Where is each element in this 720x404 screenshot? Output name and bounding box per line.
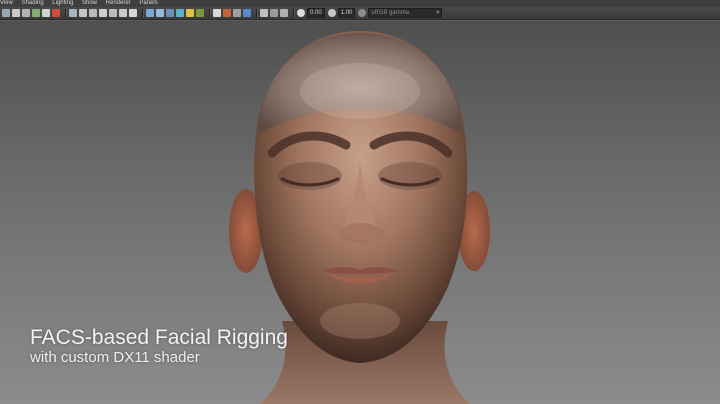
- isolate-select-icon[interactable]: [260, 9, 268, 17]
- safe-action-icon[interactable]: [119, 9, 127, 17]
- chin-highlight: [320, 303, 400, 339]
- safe-title-icon[interactable]: [129, 9, 137, 17]
- smooth-shade-icon[interactable]: [156, 9, 164, 17]
- camera-attributes-icon[interactable]: [12, 9, 20, 17]
- xray-joints-icon[interactable]: [280, 9, 288, 17]
- menu-view[interactable]: View: [0, 0, 13, 7]
- gate-mask-icon[interactable]: [99, 9, 107, 17]
- maya-viewport-panel: View Shading Lighting Show Renderer Pane…: [0, 0, 720, 404]
- image-plane-icon[interactable]: [32, 9, 40, 17]
- multisample-aa-icon[interactable]: [233, 9, 241, 17]
- nose-tip: [339, 223, 383, 243]
- gamma-icon[interactable]: [327, 9, 336, 17]
- gamma-field[interactable]: 1.00: [337, 8, 356, 18]
- grease-pencil-icon[interactable]: [52, 9, 60, 17]
- shadows-icon[interactable]: [196, 9, 204, 17]
- textured-icon[interactable]: [176, 9, 184, 17]
- caption-title: FACS-based Facial Rigging: [30, 326, 288, 349]
- viewport-3d[interactable]: FACS-based Facial Rigging with custom DX…: [0, 21, 720, 404]
- left-eye-socket: [278, 162, 342, 190]
- color-management-icon[interactable]: [358, 9, 367, 17]
- panel-menu-bar: View Shading Lighting Show Renderer Pane…: [0, 0, 720, 7]
- exposure-icon[interactable]: [297, 9, 305, 17]
- toolbar-separator: [293, 8, 294, 18]
- film-gate-icon[interactable]: [79, 9, 87, 17]
- color-space-value: sRGB gamma: [371, 10, 410, 16]
- use-all-lights-icon[interactable]: [186, 9, 194, 17]
- two-d-pan-zoom-icon[interactable]: [42, 9, 50, 17]
- screen-space-ao-icon[interactable]: [213, 9, 221, 17]
- right-eye-socket: [378, 162, 442, 190]
- video-caption: FACS-based Facial Rigging with custom DX…: [30, 326, 288, 367]
- color-space-dropdown[interactable]: sRGB gamma ▾: [368, 8, 443, 18]
- exposure-field[interactable]: 0.00: [307, 8, 325, 18]
- panel-toolbar: 0.00 1.00 sRGB gamma ▾: [0, 7, 720, 20]
- bookmarks-icon[interactable]: [22, 9, 30, 17]
- wireframe-on-shaded-icon[interactable]: [166, 9, 174, 17]
- menu-panels[interactable]: Panels: [139, 0, 157, 7]
- menu-renderer[interactable]: Renderer: [106, 0, 131, 7]
- menu-lighting[interactable]: Lighting: [52, 0, 73, 7]
- wireframe-icon[interactable]: [146, 9, 154, 17]
- motion-blur-icon[interactable]: [223, 9, 231, 17]
- depth-of-field-icon[interactable]: [243, 9, 251, 17]
- menu-show[interactable]: Show: [82, 0, 97, 7]
- toolbar-separator: [65, 8, 66, 18]
- field-chart-icon[interactable]: [109, 9, 117, 17]
- toolbar-separator: [142, 8, 143, 18]
- caption-subtitle: with custom DX11 shader: [30, 349, 200, 366]
- toolbar-separator: [256, 8, 257, 18]
- forehead-highlight: [300, 63, 420, 119]
- xray-icon[interactable]: [270, 9, 278, 17]
- resolution-gate-icon[interactable]: [89, 9, 97, 17]
- select-camera-icon[interactable]: [2, 9, 10, 17]
- toolbar-separator: [209, 8, 210, 18]
- menu-shading[interactable]: Shading: [22, 0, 44, 7]
- grid-icon[interactable]: [69, 9, 77, 17]
- dropdown-arrow-icon: ▾: [436, 10, 440, 16]
